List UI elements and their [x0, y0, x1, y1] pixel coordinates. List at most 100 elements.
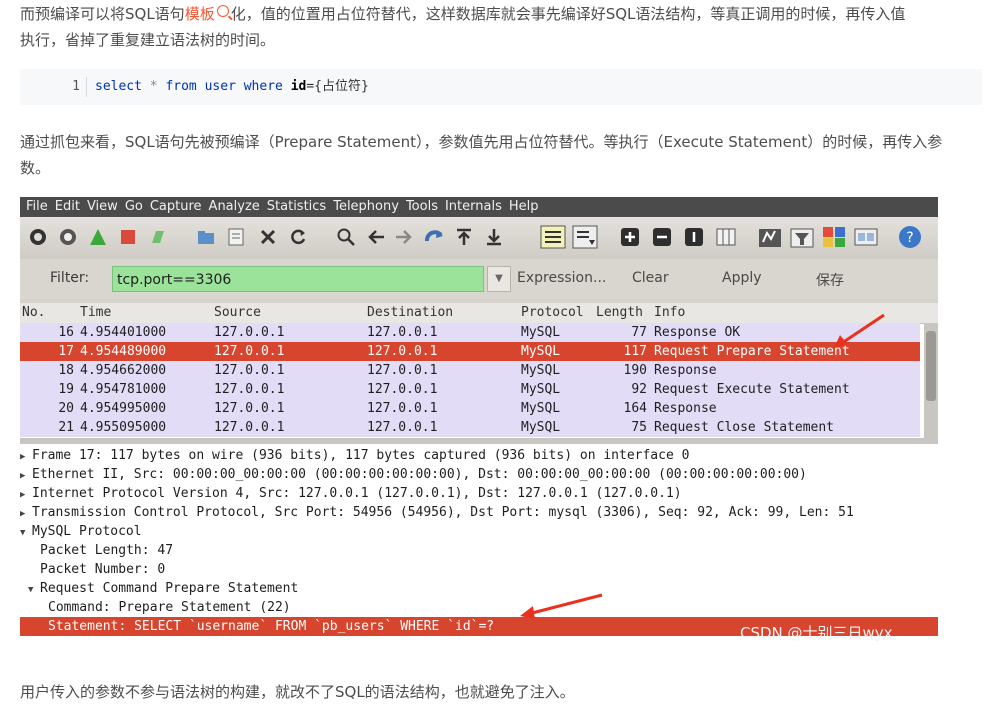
search-icon[interactable]	[216, 5, 229, 17]
detail-line[interactable]: Packet Number: 0	[20, 560, 938, 579]
options-icon[interactable]	[58, 227, 78, 247]
coloring-rules-icon[interactable]	[822, 226, 846, 248]
watermark: CSDN @士别三日wyx	[740, 624, 893, 642]
intro-text-c: 执行，省掉了重复建立语法树的时间。	[20, 31, 276, 49]
packet-cell-proto: MySQL	[521, 401, 561, 416]
arrow-annotation	[520, 593, 603, 619]
menu-item-statistics[interactable]: Statistics	[267, 199, 326, 214]
code-keyword-where: where	[243, 79, 283, 94]
column-length[interactable]: Length	[596, 303, 643, 323]
start-capture-icon[interactable]	[88, 227, 108, 247]
code-placeholder: ={占位符}	[306, 79, 369, 94]
column-destination[interactable]: Destination	[367, 303, 453, 323]
go-to-packet-icon[interactable]	[424, 227, 444, 247]
packet-cell-src: 127.0.0.1	[214, 363, 285, 378]
menu-item-analyze[interactable]: Analyze	[209, 199, 260, 214]
packet-cell-dst: 127.0.0.1	[367, 363, 438, 378]
clear-button[interactable]: Clear	[632, 270, 669, 286]
detail-line[interactable]: ▶ Transmission Control Protocol, Src Port…	[20, 503, 938, 522]
packet-cell-info: Response OK	[654, 325, 741, 340]
stop-capture-icon[interactable]	[118, 227, 138, 247]
packet-row[interactable]: 18 4.954662000 127.0.0.1 127.0.0.1 MySQL 190 R…	[20, 361, 920, 380]
detail-line[interactable]: Command: Prepare Statement (22)	[20, 598, 938, 617]
packet-cell-proto: MySQL	[521, 325, 561, 340]
menu-item-file[interactable]: File	[26, 199, 48, 214]
menu-item-edit[interactable]: Edit	[55, 199, 80, 214]
packet-row[interactable]: 20 4.954995000 127.0.0.1 127.0.0.1 MySQL 164 R…	[20, 399, 920, 418]
zoom-out-icon[interactable]	[652, 227, 672, 247]
packet-row[interactable]: 19 4.954781000 127.0.0.1 127.0.0.1 MySQL 92 Re…	[20, 380, 920, 399]
detail-text: Request Command Prepare Statement	[40, 581, 299, 596]
detail-line[interactable]: Packet Length: 47	[20, 541, 938, 560]
packet-cell-src: 127.0.0.1	[214, 344, 285, 359]
detail-text: Packet Number: 0	[40, 562, 166, 577]
normal-size-icon[interactable]	[684, 227, 704, 247]
colorize-icon[interactable]	[540, 225, 566, 249]
column-time[interactable]: Time	[80, 303, 111, 323]
packet-cell-len: 164	[623, 401, 647, 416]
menu-item-view[interactable]: View	[87, 199, 118, 214]
filter-label: Filter:	[50, 270, 90, 286]
column-source[interactable]: Source	[214, 303, 261, 323]
expression-button[interactable]: Expression...	[517, 270, 606, 286]
find-icon[interactable]	[336, 227, 356, 247]
menu-item-internals[interactable]: Internals	[445, 199, 502, 214]
packet-list-scrollbar[interactable]	[924, 323, 938, 438]
code-column-id: id	[290, 79, 307, 94]
zoom-in-icon[interactable]	[620, 227, 640, 247]
capture-filters-icon[interactable]	[758, 226, 782, 248]
preferences-icon[interactable]	[854, 226, 878, 248]
column-no[interactable]: No.	[22, 303, 45, 323]
save-file-icon[interactable]	[226, 227, 246, 247]
menu-item-capture[interactable]: Capture	[150, 199, 202, 214]
packet-cell-proto: MySQL	[521, 382, 561, 397]
menu-item-go[interactable]: Go	[125, 199, 143, 214]
scrollbar-thumb[interactable]	[926, 331, 936, 401]
column-protocol[interactable]: Protocol	[521, 303, 584, 323]
code-keyword-from: from	[165, 79, 197, 94]
display-filter-input[interactable]: tcp.port==3306	[112, 266, 484, 292]
packet-row[interactable]: 21 4.955095000 127.0.0.1 127.0.0.1 MySQL 75 Re…	[20, 418, 920, 437]
save-filter-button[interactable]: 保存	[816, 270, 844, 290]
detail-line[interactable]: ▶ Frame 17: 117 bytes on wire (936 bits),…	[20, 446, 938, 465]
help-icon[interactable]: ?	[898, 225, 922, 249]
open-file-icon[interactable]	[196, 227, 216, 247]
packet-cell-src: 127.0.0.1	[214, 420, 285, 435]
packet-cell-time: 4.954489000	[80, 344, 167, 359]
packet-cell-proto: MySQL	[521, 420, 561, 435]
go-forward-icon[interactable]	[394, 227, 414, 247]
packet-cell-dst: 127.0.0.1	[367, 344, 438, 359]
packet-cell-dst: 127.0.0.1	[367, 325, 438, 340]
template-link[interactable]: 模板	[185, 5, 215, 23]
close-file-icon[interactable]	[258, 227, 278, 247]
packet-cell-no: 16	[58, 325, 74, 340]
packet-cell-src: 127.0.0.1	[214, 401, 285, 416]
detail-line[interactable]: ▼ Request Command Prepare Statement	[20, 579, 938, 598]
resize-columns-icon[interactable]	[716, 227, 736, 247]
restart-capture-icon[interactable]	[148, 227, 168, 247]
detail-line[interactable]: ▶ Ethernet II, Src: 00:00:00_00:00:00 (00…	[20, 465, 938, 484]
detail-line[interactable]: ▶ Internet Protocol Version 4, Src: 127.0…	[20, 484, 938, 503]
code-table-user: user	[204, 79, 236, 94]
menu-bar: File Edit View Go Capture Analyze Statistics Te…	[20, 197, 938, 217]
menu-item-telephony[interactable]: Telephony	[333, 199, 399, 214]
last-packet-icon[interactable]	[484, 227, 504, 247]
detail-line[interactable]: ▼ MySQL Protocol	[20, 522, 938, 541]
reload-icon[interactable]	[288, 227, 308, 247]
packet-row[interactable]: 16 4.954401000 127.0.0.1 127.0.0.1 MySQL 77 Re…	[20, 323, 920, 342]
packet-list: No. Time Source Destination Protocol Len…	[20, 303, 938, 438]
packet-cell-len: 117	[623, 344, 647, 359]
go-back-icon[interactable]	[366, 227, 386, 247]
apply-button[interactable]: Apply	[722, 270, 762, 286]
auto-scroll-icon[interactable]	[572, 225, 598, 249]
menu-item-help[interactable]: Help	[509, 199, 539, 214]
intro-paragraph: 而预编译可以将SQL语句模板 化，值的位置用占位符替代，这样数据库就会事先编译好S…	[20, 1, 980, 53]
detail-text: Ethernet II, Src: 00:00:00_00:00:00 (00:…	[32, 467, 807, 482]
packet-row[interactable]: 17 4.954489000 127.0.0.1 127.0.0.1 MySQL 117 R…	[20, 342, 920, 361]
interfaces-icon[interactable]	[28, 227, 48, 247]
filter-dropdown-icon[interactable]: ▼	[487, 266, 511, 292]
column-info[interactable]: Info	[654, 303, 685, 323]
menu-item-tools[interactable]: Tools	[406, 199, 438, 214]
display-filters-icon[interactable]	[790, 226, 814, 248]
first-packet-icon[interactable]	[454, 227, 474, 247]
